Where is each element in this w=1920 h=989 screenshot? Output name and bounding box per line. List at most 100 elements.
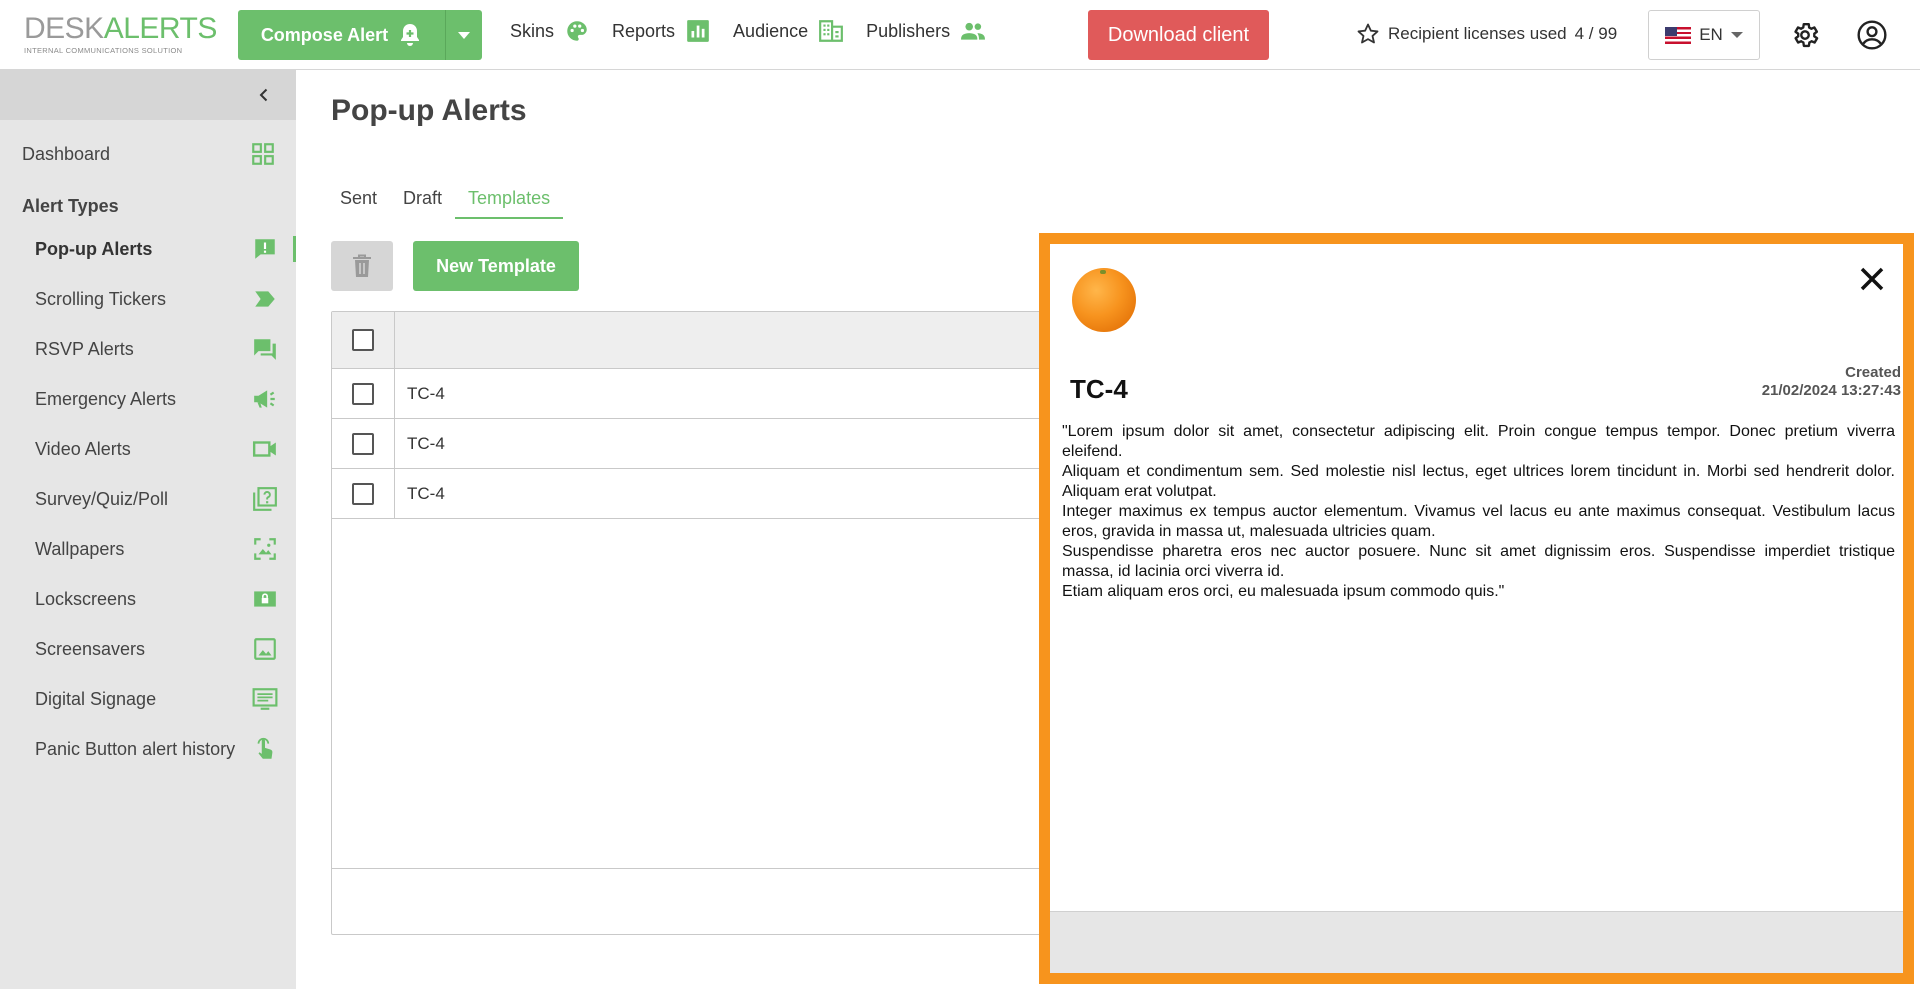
star-icon [1357, 23, 1379, 44]
ticker-icon [255, 291, 275, 307]
logo-alerts-text: ALERTS [103, 12, 218, 45]
palette-icon [567, 21, 587, 41]
page-title: Pop-up Alerts [331, 94, 527, 127]
sidebar-item-label: Emergency Alerts [35, 388, 177, 409]
popup-created: Created 21/02/2024 13:27:43 [1762, 364, 1901, 400]
sidebar-collapse-button[interactable] [0, 70, 296, 120]
row-checkbox[interactable] [352, 432, 374, 455]
trash-icon [353, 254, 371, 277]
popup-paragraph: "Lorem ipsum dolor sit amet, consectetur… [1062, 423, 1895, 460]
created-date: 21/02/2024 13:27:43 [1761, 382, 1901, 399]
user-account-icon[interactable] [1856, 19, 1888, 51]
popup-paragraph: Integer maximus ex tempus auctor element… [1062, 503, 1895, 540]
top-bar: DESKALERTS INTERNAL COMMUNICATIONS SOLUT… [0, 0, 1920, 70]
tab-templates[interactable]: Templates [455, 182, 564, 219]
sidebar-item-label: Screensavers [35, 638, 146, 659]
template-name[interactable]: TC-4 [395, 369, 445, 418]
nav-skins[interactable]: Skins [510, 18, 590, 44]
recipient-licenses[interactable]: Recipient licenses used 4 / 99 [1356, 22, 1617, 46]
sidebar-item-panic-button-history[interactable]: Panic Button alert history [0, 724, 296, 774]
language-value: EN [1699, 25, 1723, 44]
sidebar-item-scrolling-tickers[interactable]: Scrolling Tickers [0, 274, 296, 324]
compose-alert-button[interactable]: Compose Alert [238, 10, 446, 60]
lockscreen-icon [254, 591, 276, 607]
new-template-button[interactable]: New Template [413, 241, 579, 291]
wallpaper-icon [254, 538, 276, 560]
created-label: Created [1845, 364, 1901, 381]
nav-audience-label: Audience [733, 20, 809, 41]
template-name[interactable]: TC-4 [395, 419, 445, 468]
sidebar-section-alert-types: Alert Types [22, 195, 119, 216]
tab-sent[interactable]: Sent [331, 182, 390, 219]
popup-paragraph: Etiam aliquam eros orci, eu malesuada ip… [1062, 583, 1505, 600]
bar-chart-icon [687, 20, 709, 42]
chevron-down-icon [1730, 32, 1743, 38]
image-icon [254, 638, 276, 660]
sidebar-item-label: Digital Signage [35, 688, 157, 709]
select-all-cell [332, 312, 395, 368]
popup-alert-icon [255, 239, 275, 259]
chat-icon [254, 339, 276, 360]
tab-bar: Sent Draft Templates [331, 182, 564, 219]
delete-button[interactable] [331, 241, 393, 291]
sidebar-item-label: Survey/Quiz/Poll [35, 488, 169, 509]
licenses-value: 4 / 99 [1574, 24, 1618, 43]
compose-alert-label: Compose Alert [260, 24, 389, 45]
sidebar-item-video-alerts[interactable]: Video Alerts [0, 424, 296, 474]
popup-footer [1050, 911, 1903, 973]
row-checkbox[interactable] [352, 482, 374, 505]
sidebar-item-emergency-alerts[interactable]: Emergency Alerts [0, 374, 296, 424]
survey-icon [253, 487, 277, 511]
gear-icon[interactable] [1790, 20, 1820, 50]
sidebar-item-screensavers[interactable]: Screensavers [0, 624, 296, 674]
template-name[interactable]: TC-4 [395, 469, 445, 518]
sidebar-item-label: Scrolling Tickers [35, 288, 167, 309]
chevron-down-icon [458, 31, 470, 39]
language-select[interactable]: EN [1648, 10, 1760, 60]
tab-draft[interactable]: Draft [390, 182, 455, 219]
sidebar-item-label: Dashboard [22, 143, 111, 164]
dashboard-grid-icon [252, 143, 274, 165]
nav-publishers-label: Publishers [866, 20, 951, 41]
sidebar-item-digital-signage[interactable]: Digital Signage [0, 674, 296, 724]
logo-tagline: INTERNAL COMMUNICATIONS SOLUTION [24, 46, 183, 55]
sidebar: Dashboard Alert Types Pop-up Alerts Scro… [0, 70, 296, 989]
sidebar-item-label: Pop-up Alerts [35, 238, 153, 259]
us-flag-icon [1665, 26, 1692, 44]
sidebar-item-dashboard[interactable]: Dashboard [0, 120, 296, 188]
alert-preview-popup: TC-4 Created 21/02/2024 13:27:43 "Lorem … [1039, 233, 1914, 984]
sidebar-item-survey-quiz-poll[interactable]: Survey/Quiz/Poll [0, 474, 296, 524]
megaphone-icon [254, 390, 275, 408]
nav-skins-label: Skins [510, 20, 555, 41]
row-checkbox[interactable] [352, 382, 374, 405]
licenses-label: Recipient licenses used [1388, 24, 1567, 43]
sidebar-item-label: Video Alerts [35, 438, 131, 459]
chevron-left-icon [259, 88, 268, 102]
people-icon [961, 22, 986, 40]
row-select-cell [332, 369, 395, 418]
signage-icon [252, 688, 278, 710]
sidebar-item-label: Panic Button alert history [35, 738, 236, 759]
sidebar-item-popup-alerts[interactable]: Pop-up Alerts [0, 224, 296, 274]
download-client-button[interactable]: Download client [1088, 10, 1269, 60]
sidebar-item-lockscreens[interactable]: Lockscreens [0, 574, 296, 624]
sidebar-item-label: RSVP Alerts [35, 338, 134, 359]
close-icon[interactable] [1857, 264, 1887, 294]
popup-title: TC-4 [1070, 374, 1128, 404]
sidebar-item-wallpapers[interactable]: Wallpapers [0, 524, 296, 574]
video-icon [252, 441, 276, 457]
compose-dropdown-button[interactable] [446, 10, 482, 60]
sidebar-item-label: Lockscreens [35, 588, 137, 609]
row-select-cell [332, 419, 395, 468]
deskalerts-logo[interactable]: DESKALERTS INTERNAL COMMUNICATIONS SOLUT… [24, 12, 218, 56]
orange-logo-image [1072, 268, 1136, 332]
nav-reports[interactable]: Reports [612, 18, 711, 44]
sidebar-item-rsvp-alerts[interactable]: RSVP Alerts [0, 324, 296, 374]
logo-desk-text: DESK [24, 12, 104, 45]
select-all-checkbox[interactable] [352, 329, 374, 351]
nav-publishers[interactable]: Publishers [866, 18, 986, 44]
sidebar-item-label: Wallpapers [35, 538, 125, 559]
popup-paragraph: Aliquam et condimentum sem. Sed molestie… [1062, 463, 1895, 500]
touch-icon [257, 737, 273, 759]
nav-audience[interactable]: Audience [733, 18, 844, 44]
